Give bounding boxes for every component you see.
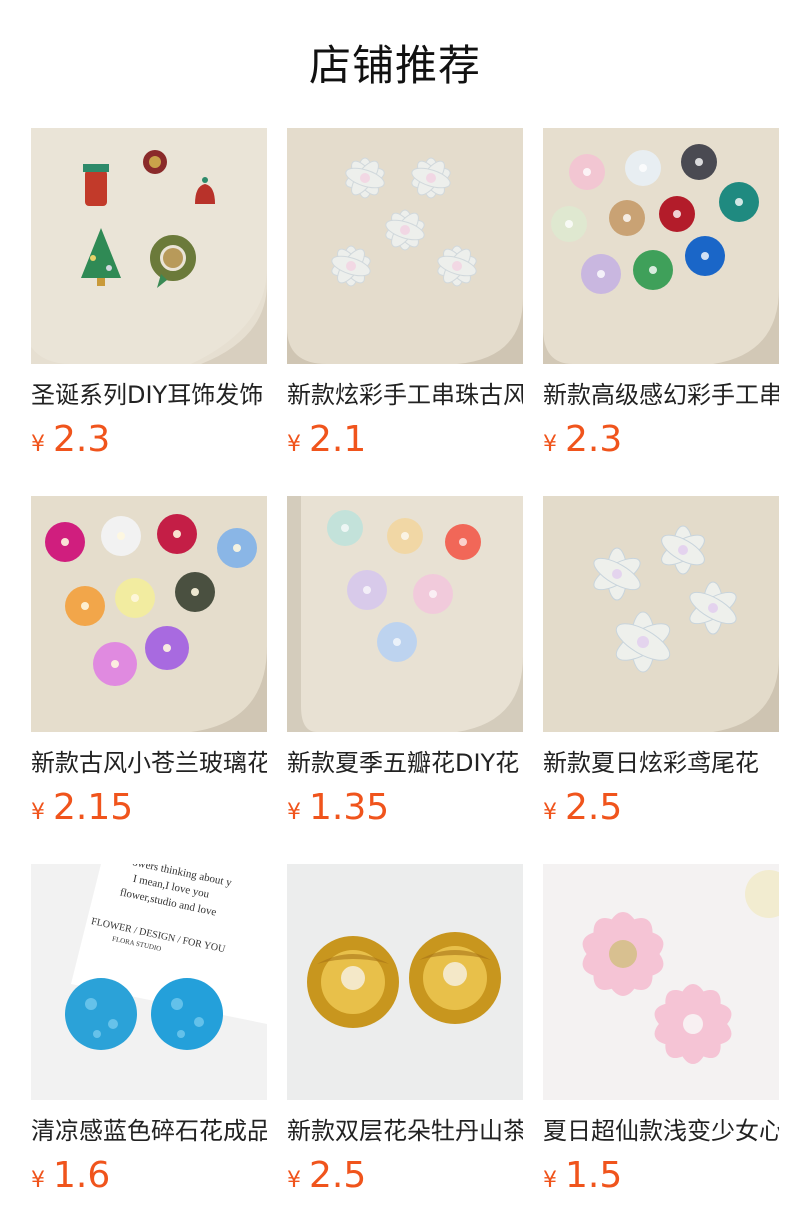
product-name[interactable]: 新款古风小苍兰玻璃花 xyxy=(31,746,267,780)
blue-crystal-flowers-image: owers thinking about y I mean,I love you… xyxy=(31,864,267,1100)
product-price: ¥1.5 xyxy=(543,1156,779,1196)
price-value: 2.1 xyxy=(309,419,367,460)
product-card[interactable]: 新款夏日炫彩鸢尾花 ¥2.5 xyxy=(543,496,779,864)
iris-flowers-image xyxy=(543,496,779,732)
product-image[interactable]: owers thinking about y I mean,I love you… xyxy=(31,864,267,1100)
product-name[interactable]: 夏日超仙款浅变少女心 xyxy=(543,1114,779,1148)
product-card[interactable]: 圣诞系列DIY耳饰发饰 ¥2.3 xyxy=(31,128,267,496)
currency-symbol: ¥ xyxy=(31,1168,45,1193)
product-image[interactable] xyxy=(287,864,523,1100)
product-price: ¥2.3 xyxy=(543,420,779,460)
product-price: ¥2.5 xyxy=(287,1156,523,1196)
product-name[interactable]: 新款双层花朵牡丹山茶 xyxy=(287,1114,523,1148)
christmas-ornaments-image xyxy=(31,128,267,364)
price-value: 1.5 xyxy=(565,1155,623,1196)
product-card[interactable]: 夏日超仙款浅变少女心 ¥1.5 xyxy=(543,864,779,1232)
price-value: 1.35 xyxy=(309,787,390,828)
price-value: 1.6 xyxy=(53,1155,111,1196)
five-petal-flowers-image xyxy=(287,496,523,732)
gold-peony-flowers-image xyxy=(287,864,523,1100)
product-name[interactable]: 圣诞系列DIY耳饰发饰 xyxy=(31,378,267,412)
product-name[interactable]: 新款炫彩手工串珠古风 xyxy=(287,378,523,412)
product-name[interactable]: 新款高级感幻彩手工串 xyxy=(543,378,779,412)
product-price: ¥2.15 xyxy=(31,788,267,828)
product-image[interactable] xyxy=(287,496,523,732)
product-card[interactable]: 新款古风小苍兰玻璃花 ¥2.15 xyxy=(31,496,267,864)
section-title: 店铺推荐 xyxy=(308,41,481,90)
product-card[interactable]: 新款炫彩手工串珠古风 ¥2.1 xyxy=(287,128,523,496)
product-name[interactable]: 清凉感蓝色碎石花成品 xyxy=(31,1114,267,1148)
product-price: ¥2.3 xyxy=(31,420,267,460)
price-value: 2.15 xyxy=(53,787,134,828)
currency-symbol: ¥ xyxy=(31,432,45,457)
product-card[interactable]: 新款双层花朵牡丹山茶 ¥2.5 xyxy=(287,864,523,1232)
product-price: ¥1.35 xyxy=(287,788,523,828)
product-price: ¥1.6 xyxy=(31,1156,267,1196)
price-value: 2.3 xyxy=(565,419,623,460)
product-card[interactable]: owers thinking about y I mean,I love you… xyxy=(31,864,267,1232)
currency-symbol: ¥ xyxy=(543,800,557,825)
recommend-page: 店铺推荐 圣诞系列DIY耳饰发饰 ¥ 2.3 新款炫彩手工串珠古风 ¥ 2.1 … xyxy=(0,0,790,1232)
product-price: ¥2.1 xyxy=(287,420,523,460)
iridescent-flowers-image xyxy=(287,128,523,364)
product-grid: 圣诞系列DIY耳饰发饰 ¥2.3 新款炫彩手工串珠古风 ¥ 2.1 新款高级感幻… xyxy=(31,128,779,1232)
product-image[interactable] xyxy=(31,128,267,364)
price-value: 2.3 xyxy=(53,419,111,460)
currency-symbol: ¥ xyxy=(31,800,45,825)
product-name[interactable]: 新款夏日炫彩鸢尾花 xyxy=(543,746,779,780)
freesia-glass-flowers-image xyxy=(31,496,267,732)
currency-symbol: ¥ xyxy=(543,1168,557,1193)
currency-symbol: ¥ xyxy=(543,432,557,457)
product-price: ¥2.5 xyxy=(543,788,779,828)
pink-gradient-flowers-image xyxy=(543,864,779,1100)
product-name[interactable]: 新款夏季五瓣花DIY花 xyxy=(287,746,523,780)
product-image[interactable] xyxy=(543,864,779,1100)
product-card[interactable]: 新款夏季五瓣花DIY花 ¥1.35 xyxy=(287,496,523,864)
colorful-sequin-flowers-image xyxy=(543,128,779,364)
product-image[interactable] xyxy=(287,128,523,364)
price-value: 2.5 xyxy=(309,1155,367,1196)
product-image[interactable] xyxy=(543,128,779,364)
price-value: 2.5 xyxy=(565,787,623,828)
product-card[interactable]: 新款高级感幻彩手工串 ¥2.3 xyxy=(543,128,779,496)
currency-symbol: ¥ xyxy=(287,800,301,825)
product-image[interactable] xyxy=(543,496,779,732)
currency-symbol: ¥ xyxy=(287,1168,301,1193)
currency-symbol: ¥ xyxy=(287,432,301,457)
product-image[interactable] xyxy=(31,496,267,732)
